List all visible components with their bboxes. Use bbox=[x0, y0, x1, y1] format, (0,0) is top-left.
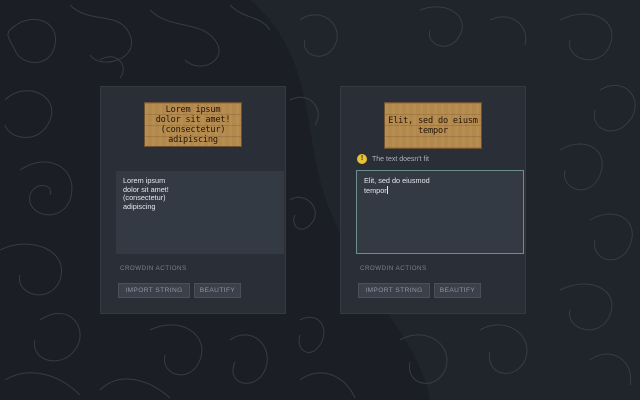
import-string-button[interactable]: IMPORT STRING bbox=[358, 283, 430, 298]
crowdin-actions-label: CROWDIN ACTIONS bbox=[120, 265, 187, 272]
sign-preview: Lorem ipsum dolor sit amet! (consectetur… bbox=[144, 102, 242, 147]
beautify-button[interactable]: BEAUTIFY bbox=[194, 283, 241, 298]
translation-panel-left: Lorem ipsum dolor sit amet! (consectetur… bbox=[100, 86, 286, 314]
crowdin-actions-label: CROWDIN ACTIONS bbox=[360, 265, 427, 272]
sign-preview-text: Elit, sed do eiusm tempor bbox=[388, 115, 478, 136]
translation-textarea[interactable]: Lorem ipsum dolor sit amet! (consectetur… bbox=[116, 171, 284, 254]
sign-preview-text: Lorem ipsum dolor sit amet! (consectetur… bbox=[155, 104, 231, 145]
beautify-button[interactable]: BEAUTIFY bbox=[434, 283, 481, 298]
textarea-value: Elit, sed do eiusmod tempor bbox=[364, 176, 430, 195]
sign-preview: Elit, sed do eiusm tempor bbox=[384, 102, 482, 149]
translation-textarea-focused[interactable]: Elit, sed do eiusmod tempor bbox=[356, 170, 524, 254]
translation-panel-right: Elit, sed do eiusm tempor ! The text doe… bbox=[340, 86, 526, 314]
overflow-warning: ! The text doesn't fit bbox=[357, 154, 429, 164]
warning-text: The text doesn't fit bbox=[372, 155, 429, 163]
text-caret bbox=[386, 185, 388, 194]
background-pattern bbox=[0, 0, 640, 400]
warning-icon: ! bbox=[357, 154, 367, 164]
import-string-button[interactable]: IMPORT STRING bbox=[118, 283, 190, 298]
